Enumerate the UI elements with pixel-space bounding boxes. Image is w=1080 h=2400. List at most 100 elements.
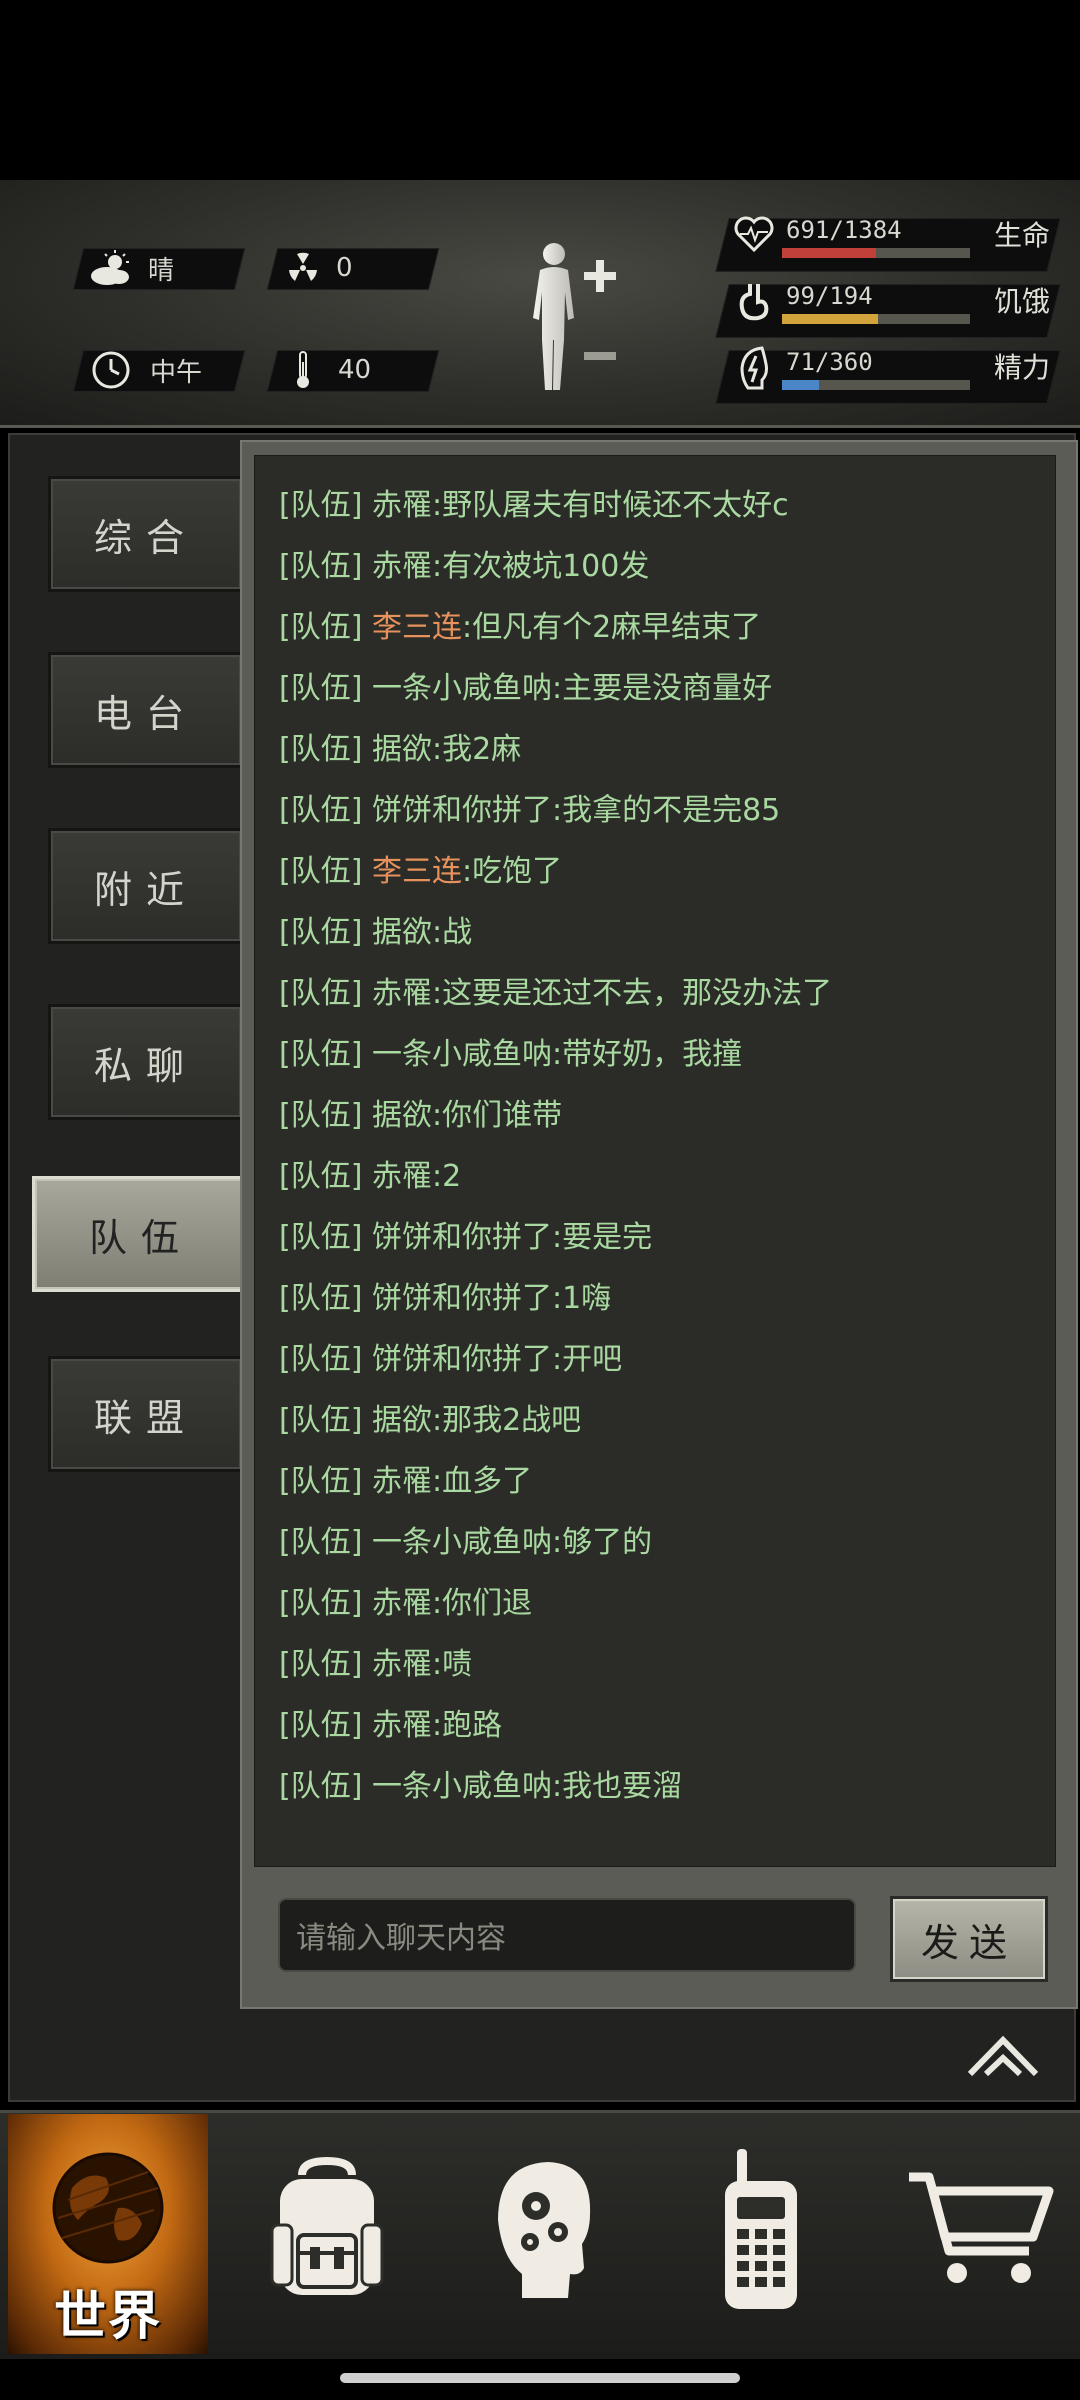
message-sender[interactable]: 赤罹 — [372, 549, 432, 584]
message-text: :但凡有个2麻早结束了 — [461, 610, 762, 645]
chat-message: [队伍] 赤罹:血多了 — [279, 1460, 532, 1504]
message-sender[interactable]: 李三连 — [372, 610, 462, 645]
message-text: :我也要溜 — [551, 1769, 683, 1804]
message-channel: [队伍] — [279, 854, 363, 889]
nav-skills[interactable] — [468, 2140, 618, 2320]
message-channel: [队伍] — [279, 549, 363, 584]
nav-shop[interactable] — [900, 2140, 1060, 2320]
chat-message: [队伍] 饼饼和你拼了:要是完 — [279, 1216, 652, 1260]
message-text: :你们谁带 — [431, 1098, 563, 1133]
weather-label: 晴 — [148, 255, 175, 286]
message-text: :跑路 — [431, 1708, 503, 1743]
clock-icon — [88, 347, 134, 393]
message-sender[interactable]: 饼饼和你拼了 — [372, 1281, 552, 1316]
message-channel: [队伍] — [279, 1220, 363, 1255]
message-sender[interactable]: 饼饼和你拼了 — [372, 1220, 552, 1255]
chat-message: [队伍] 李三连:吃饱了 — [279, 850, 562, 894]
message-sender[interactable]: 一条小咸鱼呐 — [372, 1525, 552, 1560]
message-text: :我2麻 — [431, 732, 522, 767]
tab-radio[interactable]: 电台 — [48, 652, 244, 768]
thermometer-icon — [280, 347, 326, 393]
nav-world-label: 世界 — [53, 2287, 162, 2347]
message-sender[interactable]: 饼饼和你拼了 — [372, 1342, 552, 1377]
nav-radio[interactable] — [686, 2140, 836, 2320]
message-sender[interactable]: 赤罹 — [372, 488, 432, 523]
message-text: :1嗨 — [551, 1281, 612, 1316]
message-channel: [队伍] — [279, 1159, 363, 1194]
message-sender[interactable]: 据欲 — [372, 1098, 432, 1133]
chat-message: [队伍] 一条小咸鱼呐:我也要溜 — [279, 1765, 682, 1809]
message-channel: [队伍] — [279, 488, 363, 523]
message-sender[interactable]: 据欲 — [372, 1403, 432, 1438]
send-button[interactable]: 发送 — [890, 1896, 1048, 1982]
nav-backpack[interactable] — [252, 2140, 402, 2320]
chat-message: [队伍] 一条小咸鱼呐:主要是没商量好 — [279, 667, 772, 711]
chat-input[interactable]: 请输入聊天内容 — [278, 1898, 856, 1972]
message-text: :战 — [431, 915, 473, 950]
message-sender[interactable]: 赤罹 — [372, 976, 432, 1011]
message-channel: [队伍] — [279, 793, 363, 828]
message-sender[interactable]: 赤罹 — [372, 1464, 432, 1499]
message-channel: [队伍] — [279, 1342, 363, 1377]
message-text: :2 — [431, 1159, 462, 1194]
message-sender[interactable]: 一条小咸鱼呐 — [372, 671, 552, 706]
energy-bar — [782, 380, 970, 390]
nav-world[interactable]: 世界 — [8, 2114, 208, 2354]
head-gears-icon — [498, 2162, 591, 2298]
message-sender[interactable]: 李三连 — [372, 854, 462, 889]
message-sender[interactable]: 赤罹 — [372, 1586, 432, 1621]
message-channel: [队伍] — [279, 1403, 363, 1438]
chat-messages[interactable]: [队伍] 赤罹:野队屠夫有时候还不太好c [队伍] 赤罹:有次被坑100发 [队伍]… — [254, 455, 1056, 1867]
time-label: 中午 — [150, 357, 203, 388]
tab-private[interactable]: 私聊 — [48, 1004, 244, 1120]
message-channel: [队伍] — [279, 1464, 363, 1499]
message-channel: [队伍] — [279, 1281, 363, 1316]
message-channel: [队伍] — [279, 1647, 363, 1682]
message-channel: [队伍] — [279, 1708, 363, 1743]
tab-alliance[interactable]: 联盟 — [48, 1356, 244, 1472]
globe-icon — [52, 2152, 164, 2264]
message-sender[interactable]: 赤罹 — [372, 1159, 432, 1194]
message-channel: [队伍] — [279, 671, 363, 706]
message-text: :这要是还过不去，那没办法了 — [431, 976, 833, 1011]
hunger-value: 99/194 — [786, 282, 873, 310]
message-sender[interactable]: 赤罹 — [372, 1647, 432, 1682]
hunger-bar — [782, 314, 970, 324]
message-channel: [队伍] — [279, 915, 363, 950]
message-sender[interactable]: 据欲 — [372, 732, 432, 767]
home-indicator[interactable] — [340, 2373, 740, 2383]
message-sender[interactable]: 赤罹 — [372, 1708, 432, 1743]
chat-message: [队伍] 据欲:战 — [279, 911, 472, 955]
message-sender[interactable]: 据欲 — [372, 915, 432, 950]
message-text: :那我2战吧 — [431, 1403, 582, 1438]
chat-message: [队伍] 饼饼和你拼了:开吧 — [279, 1338, 622, 1382]
tab-team[interactable]: 队伍 — [32, 1176, 250, 1292]
message-text: :开吧 — [551, 1342, 623, 1377]
message-sender[interactable]: 一条小咸鱼呐 — [372, 1037, 552, 1072]
chat-message: [队伍] 赤罹:跑路 — [279, 1704, 502, 1748]
tab-general[interactable]: 综合 — [48, 476, 244, 592]
body-figure-icon — [533, 243, 616, 390]
message-text: :血多了 — [431, 1464, 533, 1499]
chat-message: [队伍] 一条小咸鱼呐:够了的 — [279, 1521, 652, 1565]
radiation-indicator: 0 — [280, 248, 430, 288]
tab-nearby[interactable]: 附近 — [48, 828, 244, 944]
message-text: :啧 — [431, 1647, 473, 1682]
chat-message: [队伍] 李三连:但凡有个2麻早结束了 — [279, 606, 761, 650]
message-channel: [队伍] — [279, 1525, 363, 1560]
time-indicator: 中午 — [88, 350, 238, 390]
message-channel: [队伍] — [279, 976, 363, 1011]
chat-message: [队伍] 赤罹:有次被坑100发 — [279, 545, 649, 589]
collapse-chevron-icon[interactable] — [966, 2030, 1040, 2080]
chat-message: [队伍] 赤罹:啧 — [279, 1643, 472, 1687]
health-bar — [782, 248, 970, 258]
body-status-button[interactable] — [520, 240, 630, 400]
message-channel: [队伍] — [279, 1098, 363, 1133]
health-value: 691/1384 — [786, 216, 902, 244]
message-sender[interactable]: 饼饼和你拼了 — [372, 793, 552, 828]
hunger-bar-fill — [782, 314, 878, 324]
message-text: :野队屠夫有时候还不太好c — [431, 488, 789, 523]
radiation-icon — [280, 245, 326, 291]
message-sender[interactable]: 一条小咸鱼呐 — [372, 1769, 552, 1804]
chat-message: [队伍] 赤罹:2 — [279, 1155, 461, 1199]
